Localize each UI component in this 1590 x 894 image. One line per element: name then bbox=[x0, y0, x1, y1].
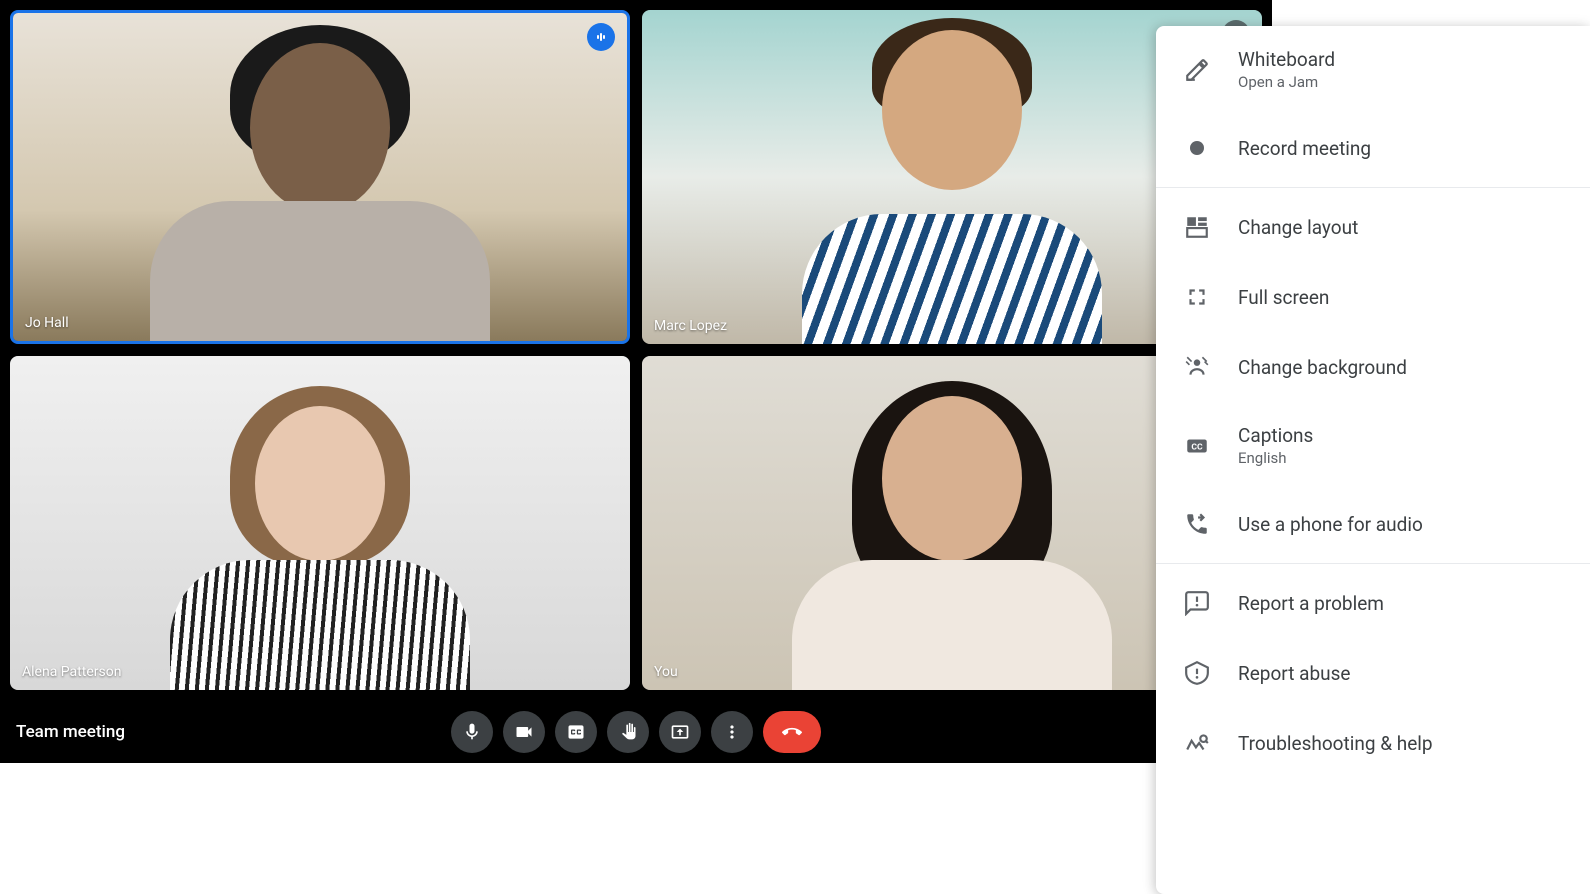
more-options-button[interactable] bbox=[711, 711, 753, 753]
pencil-icon bbox=[1184, 57, 1210, 83]
menu-item-background[interactable]: Change background bbox=[1156, 332, 1590, 402]
call-controls bbox=[451, 711, 821, 753]
mic-button[interactable] bbox=[451, 711, 493, 753]
menu-divider bbox=[1156, 563, 1590, 564]
present-button[interactable] bbox=[659, 711, 701, 753]
menu-item-fullscreen[interactable]: Full screen bbox=[1156, 262, 1590, 332]
menu-item-troubleshoot[interactable]: Troubleshooting & help bbox=[1156, 708, 1590, 778]
menu-item-whiteboard[interactable]: Whiteboard Open a Jam bbox=[1156, 26, 1590, 113]
participant-name-label: Alena Patterson bbox=[22, 664, 121, 680]
video-feed bbox=[10, 356, 630, 690]
participant-name-label: Marc Lopez bbox=[654, 318, 727, 334]
background-icon bbox=[1184, 354, 1210, 380]
menu-sublabel: English bbox=[1238, 449, 1313, 467]
menu-item-record[interactable]: Record meeting bbox=[1156, 113, 1590, 183]
captions-icon: CC bbox=[1184, 433, 1210, 459]
camera-button[interactable] bbox=[503, 711, 545, 753]
menu-label: Record meeting bbox=[1238, 137, 1371, 160]
menu-label: Use a phone for audio bbox=[1238, 513, 1423, 536]
more-options-menu: Whiteboard Open a Jam Record meeting Cha… bbox=[1156, 26, 1590, 894]
participant-name-label: You bbox=[654, 664, 678, 680]
menu-label: Report a problem bbox=[1238, 592, 1384, 615]
menu-item-report-problem[interactable]: Report a problem bbox=[1156, 568, 1590, 638]
speaking-icon bbox=[587, 23, 615, 51]
abuse-icon bbox=[1184, 660, 1210, 686]
fullscreen-icon bbox=[1184, 284, 1210, 310]
meeting-container: Jo Hall Marc Lopez Alena Patterson You T bbox=[0, 0, 1272, 763]
menu-item-layout[interactable]: Change layout bbox=[1156, 192, 1590, 262]
menu-item-phone[interactable]: Use a phone for audio bbox=[1156, 489, 1590, 559]
menu-label: Report abuse bbox=[1238, 662, 1350, 685]
menu-label: Full screen bbox=[1238, 286, 1329, 309]
video-feed bbox=[13, 13, 627, 341]
menu-item-report-abuse[interactable]: Report abuse bbox=[1156, 638, 1590, 708]
menu-label: Captions bbox=[1238, 424, 1313, 447]
menu-item-captions[interactable]: CC Captions English bbox=[1156, 402, 1590, 489]
bottom-bar: Team meeting bbox=[0, 700, 1272, 763]
video-tile-participant-3[interactable]: Alena Patterson bbox=[10, 356, 630, 690]
phone-icon bbox=[1184, 511, 1210, 537]
menu-label: Troubleshooting & help bbox=[1238, 732, 1433, 755]
menu-sublabel: Open a Jam bbox=[1238, 73, 1335, 91]
feedback-icon bbox=[1184, 590, 1210, 616]
svg-text:CC: CC bbox=[1191, 442, 1203, 452]
troubleshoot-icon bbox=[1184, 730, 1210, 756]
record-icon bbox=[1184, 135, 1210, 161]
video-tile-participant-1[interactable]: Jo Hall bbox=[10, 10, 630, 344]
menu-label: Change background bbox=[1238, 356, 1407, 379]
menu-divider bbox=[1156, 187, 1590, 188]
meeting-name-label: Team meeting bbox=[16, 722, 125, 742]
video-grid: Jo Hall Marc Lopez Alena Patterson You bbox=[0, 0, 1272, 700]
captions-button[interactable] bbox=[555, 711, 597, 753]
raise-hand-button[interactable] bbox=[607, 711, 649, 753]
end-call-button[interactable] bbox=[763, 711, 821, 753]
participant-name-label: Jo Hall bbox=[25, 315, 69, 331]
menu-label: Change layout bbox=[1238, 216, 1358, 239]
menu-label: Whiteboard bbox=[1238, 48, 1335, 71]
layout-icon bbox=[1184, 214, 1210, 240]
